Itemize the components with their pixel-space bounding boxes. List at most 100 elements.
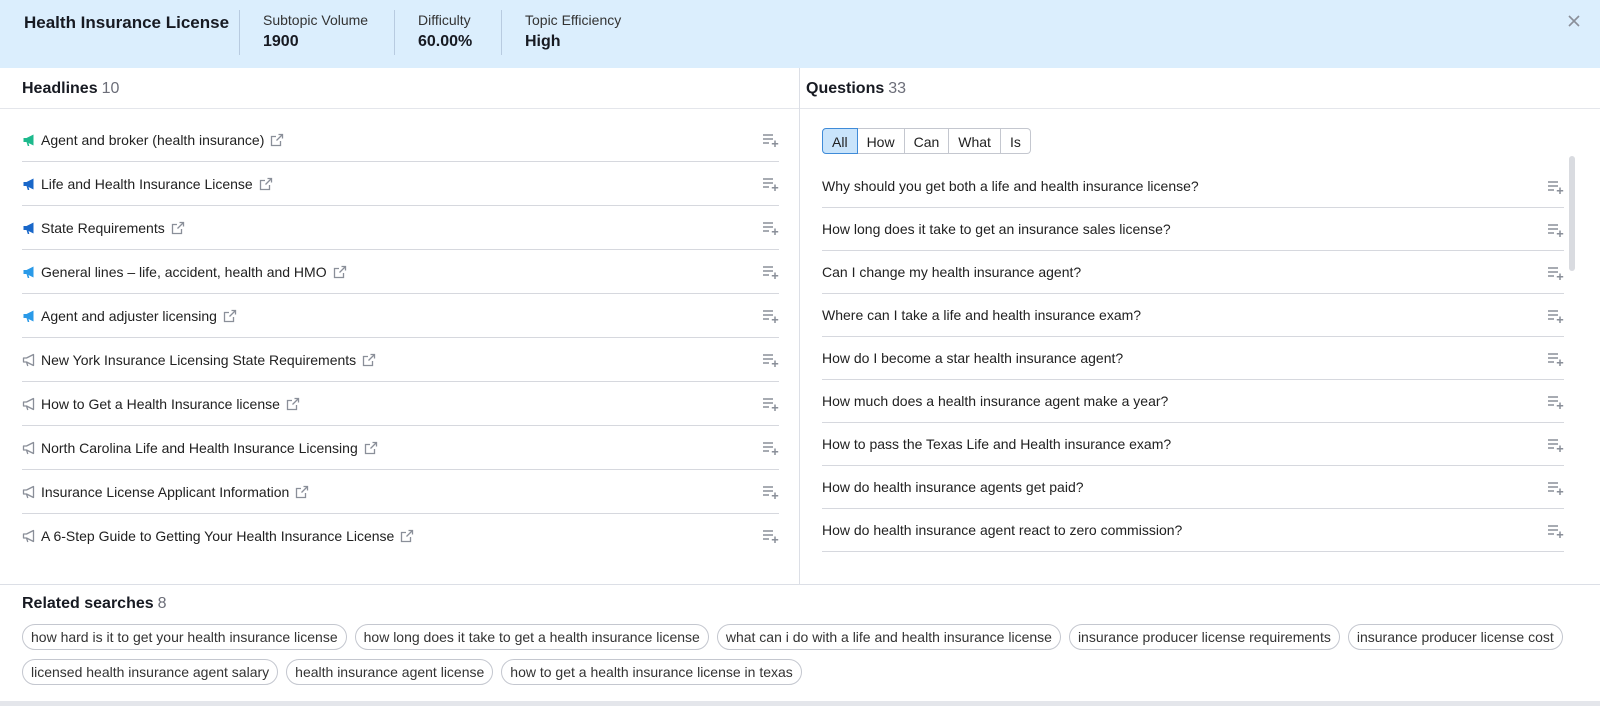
headline-text[interactable]: Agent and broker (health insurance) (41, 132, 264, 148)
section-divider (800, 108, 1600, 109)
filter-what-button[interactable]: What (949, 128, 1001, 154)
add-to-list-icon[interactable] (1547, 395, 1564, 410)
add-to-list-icon[interactable] (1547, 266, 1564, 281)
add-to-list-icon[interactable] (762, 441, 779, 456)
related-search-chip[interactable]: licensed health insurance agent salary (22, 659, 279, 685)
headline-text[interactable]: A 6-Step Guide to Getting Your Health In… (41, 528, 394, 544)
section-divider (0, 108, 799, 109)
scrollbar-thumb[interactable] (1569, 156, 1575, 271)
headline-text[interactable]: Agent and adjuster licensing (41, 308, 217, 324)
external-link-icon[interactable] (286, 397, 300, 411)
related-heading: Related searches 8 (22, 595, 167, 613)
question-item: Where can I take a life and health insur… (822, 294, 1564, 337)
question-item: Can I change my health insurance agent? (822, 251, 1564, 294)
headline-item: State Requirements (22, 206, 779, 250)
add-to-list-icon[interactable] (762, 397, 779, 412)
related-search-chip[interactable]: insurance producer license requirements (1068, 624, 1340, 650)
megaphone-icon (23, 222, 34, 234)
add-to-list-icon[interactable] (1547, 481, 1564, 496)
question-text: How long does it take to get an insuranc… (822, 221, 1171, 237)
question-item: How to pass the Texas Life and Health in… (822, 423, 1564, 466)
header-divider (394, 10, 395, 55)
headline-item: General lines – life, accident, health a… (22, 250, 779, 294)
external-link-icon[interactable] (259, 177, 273, 191)
related-search-chip[interactable]: health insurance agent license (286, 659, 494, 685)
headlines-count: 10 (101, 80, 120, 97)
external-link-icon[interactable] (270, 133, 284, 147)
add-to-list-icon[interactable] (762, 265, 779, 280)
headline-text[interactable]: North Carolina Life and Health Insurance… (41, 440, 358, 456)
megaphone-icon (22, 441, 35, 454)
headline-text[interactable]: Life and Health Insurance License (41, 176, 253, 192)
close-icon[interactable] (1564, 12, 1584, 32)
question-text: How do I become a star health insurance … (822, 350, 1124, 366)
add-to-list-icon[interactable] (1547, 223, 1564, 238)
headlines-list: Agent and broker (health insurance) Life … (22, 118, 779, 558)
add-to-list-icon[interactable] (762, 221, 779, 236)
related-searches-section: Related searches 8 how hard is it to get … (0, 585, 1600, 706)
headline-text[interactable]: New York Insurance Licensing State Requi… (41, 352, 356, 368)
question-item: How do health insurance agents get paid? (822, 466, 1564, 509)
add-to-list-icon[interactable] (762, 133, 779, 148)
topic-header: Health Insurance License Subtopic Volume… (0, 0, 1600, 68)
headline-item: How to Get a Health Insurance license (22, 382, 779, 426)
related-search-chip[interactable]: how hard is it to get your health insura… (22, 624, 347, 650)
headline-text[interactable]: General lines – life, accident, health a… (41, 264, 327, 280)
external-link-icon[interactable] (223, 309, 237, 323)
megaphone-icon (23, 134, 34, 146)
related-title: Related searches (22, 595, 154, 612)
add-to-list-icon[interactable] (1547, 352, 1564, 367)
filter-is-button[interactable]: Is (1000, 128, 1031, 154)
add-to-list-icon[interactable] (762, 485, 779, 500)
headline-text[interactable]: How to Get a Health Insurance license (41, 396, 280, 412)
add-to-list-icon[interactable] (1547, 309, 1564, 324)
megaphone-icon (23, 178, 34, 190)
external-link-icon[interactable] (333, 265, 347, 279)
header-divider (239, 10, 240, 55)
related-search-chip[interactable]: how to get a health insurance license in… (501, 659, 802, 685)
filter-can-button[interactable]: Can (904, 128, 950, 154)
headline-text[interactable]: Insurance License Applicant Information (41, 484, 289, 500)
headline-item: New York Insurance Licensing State Requi… (22, 338, 779, 382)
header-divider (501, 10, 502, 55)
question-item: How do I become a star health insurance … (822, 337, 1564, 380)
megaphone-icon (22, 529, 35, 543)
external-link-icon[interactable] (400, 529, 414, 543)
headlines-heading: Headlines 10 (22, 80, 119, 98)
question-text: Why should you get both a life and healt… (822, 178, 1199, 194)
add-to-list-icon[interactable] (762, 309, 779, 324)
metric-subtopic-volume: Subtopic Volume 1900 (263, 12, 368, 51)
headline-text[interactable]: State Requirements (41, 220, 165, 236)
metric-value: 60.00% (418, 33, 473, 50)
related-search-chip[interactable]: what can i do with a life and health ins… (716, 624, 1061, 650)
question-text: Where can I take a life and health insur… (822, 307, 1142, 323)
filter-all-button[interactable]: All (822, 128, 858, 154)
headline-item: Agent and adjuster licensing (22, 294, 779, 338)
question-item: How much does a health insurance agent m… (822, 380, 1564, 423)
external-link-icon[interactable] (171, 221, 185, 235)
questions-count: 33 (888, 80, 907, 97)
related-chips: how hard is it to get your health insura… (22, 624, 1582, 694)
questions-heading: Questions 33 (806, 80, 906, 98)
metric-topic-efficiency: Topic Efficiency High (525, 12, 621, 51)
related-search-chip[interactable]: insurance producer license cost (1347, 624, 1563, 650)
question-text: How do health insurance agents get paid? (822, 479, 1084, 495)
megaphone-icon (22, 397, 35, 410)
add-to-list-icon[interactable] (762, 353, 779, 368)
filter-how-button[interactable]: How (857, 128, 905, 154)
external-link-icon[interactable] (364, 441, 378, 455)
question-filter-group: All How Can What Is (822, 128, 1031, 154)
add-to-list-icon[interactable] (762, 529, 779, 544)
external-link-icon[interactable] (295, 485, 309, 499)
add-to-list-icon[interactable] (1547, 438, 1564, 453)
metric-value: High (525, 33, 561, 50)
add-to-list-icon[interactable] (1547, 180, 1564, 195)
add-to-list-icon[interactable] (762, 177, 779, 192)
headline-item: North Carolina Life and Health Insurance… (22, 426, 779, 470)
questions-scrollbar[interactable] (1569, 156, 1575, 576)
add-to-list-icon[interactable] (1547, 524, 1564, 539)
question-text: How to pass the Texas Life and Health in… (822, 436, 1172, 452)
headlines-panel: Headlines 10 Agent and broker (health ins… (0, 68, 799, 584)
related-search-chip[interactable]: how long does it take to get a health in… (354, 624, 709, 650)
external-link-icon[interactable] (362, 353, 376, 367)
